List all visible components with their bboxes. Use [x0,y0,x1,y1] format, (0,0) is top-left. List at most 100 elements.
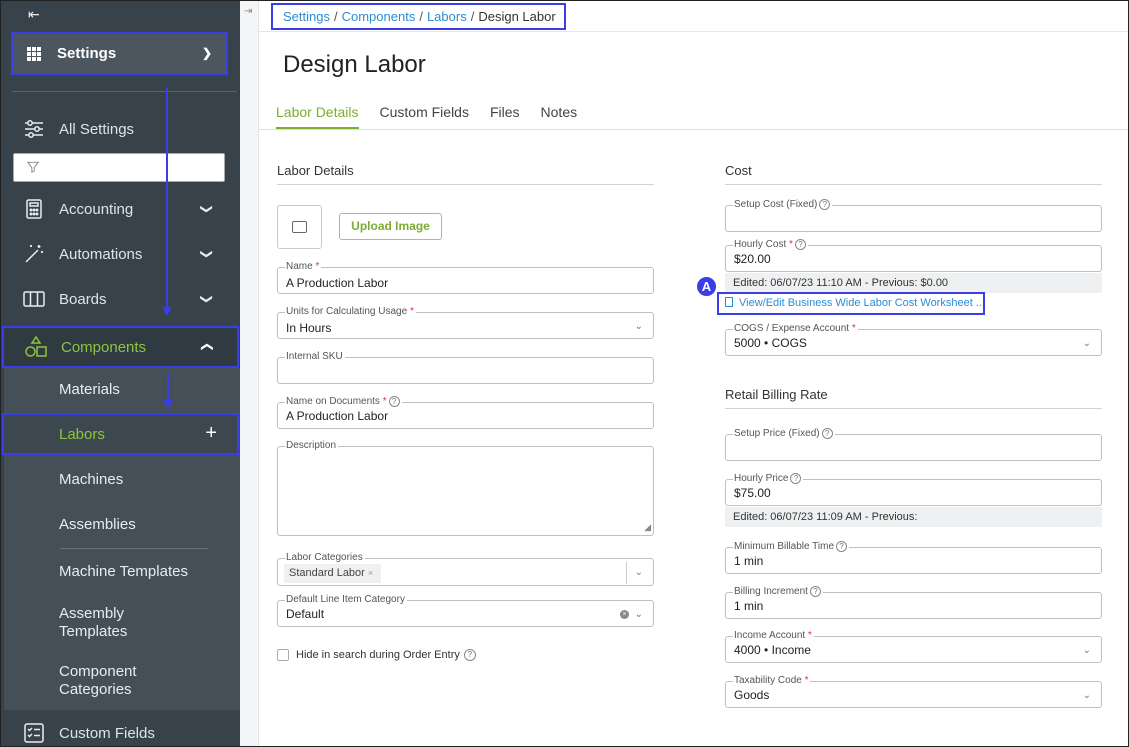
sidebar-item-boards[interactable]: Boards ❯ [0,279,240,319]
hourly-cost-label: Hourly Cost [734,239,787,250]
annotation-arrow-head [163,400,173,409]
hourly-cost-edit-note: Edited: 06/07/23 11:10 AM - Previous: $0… [725,273,1102,293]
minimum-billable-label: Minimum Billable Time [734,541,835,552]
hourly-price-label: Hourly Price [734,473,789,484]
upload-image-button[interactable]: Upload Image [339,213,442,240]
help-icon[interactable]: ? [388,396,400,407]
minimum-billable-time-field[interactable]: Minimum Billable Time? 1 min [725,541,1102,574]
help-icon[interactable]: ? [819,199,831,210]
tab-labor-details[interactable]: Labor Details [276,104,359,129]
description-textarea[interactable]: Description ◢ [277,440,654,536]
units-label: Units for Calculating Usage [286,306,408,317]
chevron-down-icon: ⌄ [1082,690,1091,701]
sidebar-item-custom-fields[interactable]: Custom Fields [0,713,240,747]
name-field[interactable]: Name * A Production Labor [277,261,654,294]
labor-details-title: Labor Details [277,163,654,185]
collapse-back-icon[interactable]: ⇤ [28,6,40,23]
page-title: Design Labor [283,51,426,78]
chevron-down-icon: ⌄ [634,567,643,578]
sidebar-item-label: Boards [59,290,107,308]
setup-price-field[interactable]: Setup Price (Fixed)? [725,428,1102,461]
tab-bar: Labor Details Custom Fields Files Notes [276,104,598,129]
cogs-label: COGS / Expense Account [734,323,850,334]
billing-increment-field[interactable]: Billing Increment? 1 min [725,586,1102,619]
name-on-documents-field[interactable]: Name on Documents *? A Production Labor [277,396,654,429]
help-icon[interactable]: ? [836,541,848,552]
breadcrumb-bar: Settings / Components / Labors / Design Lab… [259,0,1128,32]
subitem-machines[interactable]: Machines [59,471,123,489]
sidebar-item-label: Custom Fields [59,724,155,742]
annotation-arrow [166,88,168,310]
taxability-code-select[interactable]: Taxability Code * Goods ⌄ [725,675,1102,708]
panel-collapse-strip[interactable]: ⇥ [240,0,259,747]
tab-files[interactable]: Files [490,104,520,129]
sidebar-item-all-settings[interactable]: All Settings [0,109,240,149]
remove-chip-icon[interactable]: × [368,568,373,578]
settings-menu-button[interactable]: Settings ❯ [11,32,228,75]
sidebar-item-automations[interactable]: Automations ❯ [0,234,240,274]
help-icon[interactable]: ? [463,649,476,661]
setup-cost-label: Setup Cost (Fixed) [734,199,818,210]
resize-handle-icon[interactable]: ◢ [644,522,651,533]
clear-icon[interactable]: × [620,610,629,619]
divider [12,91,237,92]
help-icon[interactable]: ? [794,239,806,250]
magic-wand-icon [25,245,43,263]
labor-categories-select[interactable]: Labor Categories Standard Labor × ⌄ [277,552,654,586]
hourly-price-field[interactable]: Hourly Price? $75.00 [725,473,1102,506]
labor-cost-worksheet-link[interactable]: View/Edit Business Wide Labor Cost Works… [717,292,985,315]
cost-title: Cost [725,163,1102,185]
description-label: Description [285,440,339,451]
annotation-arrow-head [162,307,172,316]
breadcrumb: Settings / Components / Labors / Design Lab… [271,3,566,30]
subitem-assembly-templates[interactable]: Assembly Templates [59,605,139,641]
divider [626,562,627,584]
sidebar-item-accounting[interactable]: Accounting ❯ [0,189,240,229]
income-account-label: Income Account [734,630,806,641]
tab-notes[interactable]: Notes [541,104,578,129]
units-value: In Hours [286,321,332,335]
cogs-account-select[interactable]: COGS / Expense Account * 5000 • COGS ⌄ [725,323,1102,356]
help-icon[interactable]: ? [790,473,802,484]
internal-sku-label: Internal SKU [285,351,345,362]
subitem-labors[interactable]: Labors + [2,413,239,455]
divider [60,548,208,549]
internal-sku-field[interactable]: Internal SKU [277,351,654,384]
chevron-down-icon: ⌄ [634,321,643,332]
billing-increment-value: 1 min [734,599,764,613]
chevron-down-icon: ⌄ [1082,645,1091,656]
hourly-cost-field[interactable]: Hourly Cost *? $20.00 [725,239,1102,272]
boards-icon [23,291,45,307]
sidebar: ⇤ Settings ❯ All Settings Accounting ❯ A… [0,0,240,747]
sidebar-item-label: Automations [59,245,143,263]
units-select[interactable]: Units for Calculating Usage * In Hours ⌄ [277,306,654,339]
category-chip[interactable]: Standard Labor × [284,564,382,583]
calculator-icon [26,199,42,219]
breadcrumb-labors[interactable]: Labors [427,9,467,24]
image-icon [292,221,307,233]
breadcrumb-settings[interactable]: Settings [283,9,330,24]
chevron-down-icon: ⌄ [634,609,643,620]
category-chip-label: Standard Labor [289,567,365,579]
subitem-machine-templates[interactable]: Machine Templates [59,563,188,581]
image-placeholder[interactable] [277,205,322,249]
subitem-materials[interactable]: Materials [59,381,120,399]
minimum-billable-value: 1 min [734,554,764,568]
income-account-select[interactable]: Income Account * 4000 • Income ⌄ [725,630,1102,663]
subitem-assemblies[interactable]: Assemblies [59,516,136,534]
subitem-labors-label: Labors [59,426,105,443]
setup-cost-field[interactable]: Setup Cost (Fixed)? [725,199,1102,232]
hide-in-search-checkbox[interactable] [277,649,289,661]
help-icon[interactable]: ? [809,586,821,597]
sidebar-filter-input[interactable] [13,153,225,182]
tab-custom-fields[interactable]: Custom Fields [380,104,469,129]
breadcrumb-components[interactable]: Components [342,9,416,24]
subitem-component-categories[interactable]: Component Categories [59,663,149,699]
add-labor-icon[interactable]: + [205,422,217,445]
checklist-icon [24,723,44,743]
default-line-item-select[interactable]: Default Line Item Category Default × ⌄ [277,594,654,627]
sliders-icon [25,120,43,138]
retail-billing-title: Retail Billing Rate [725,387,1102,409]
sidebar-item-components[interactable]: Components ❯ [2,326,239,368]
help-icon[interactable]: ? [821,428,833,439]
